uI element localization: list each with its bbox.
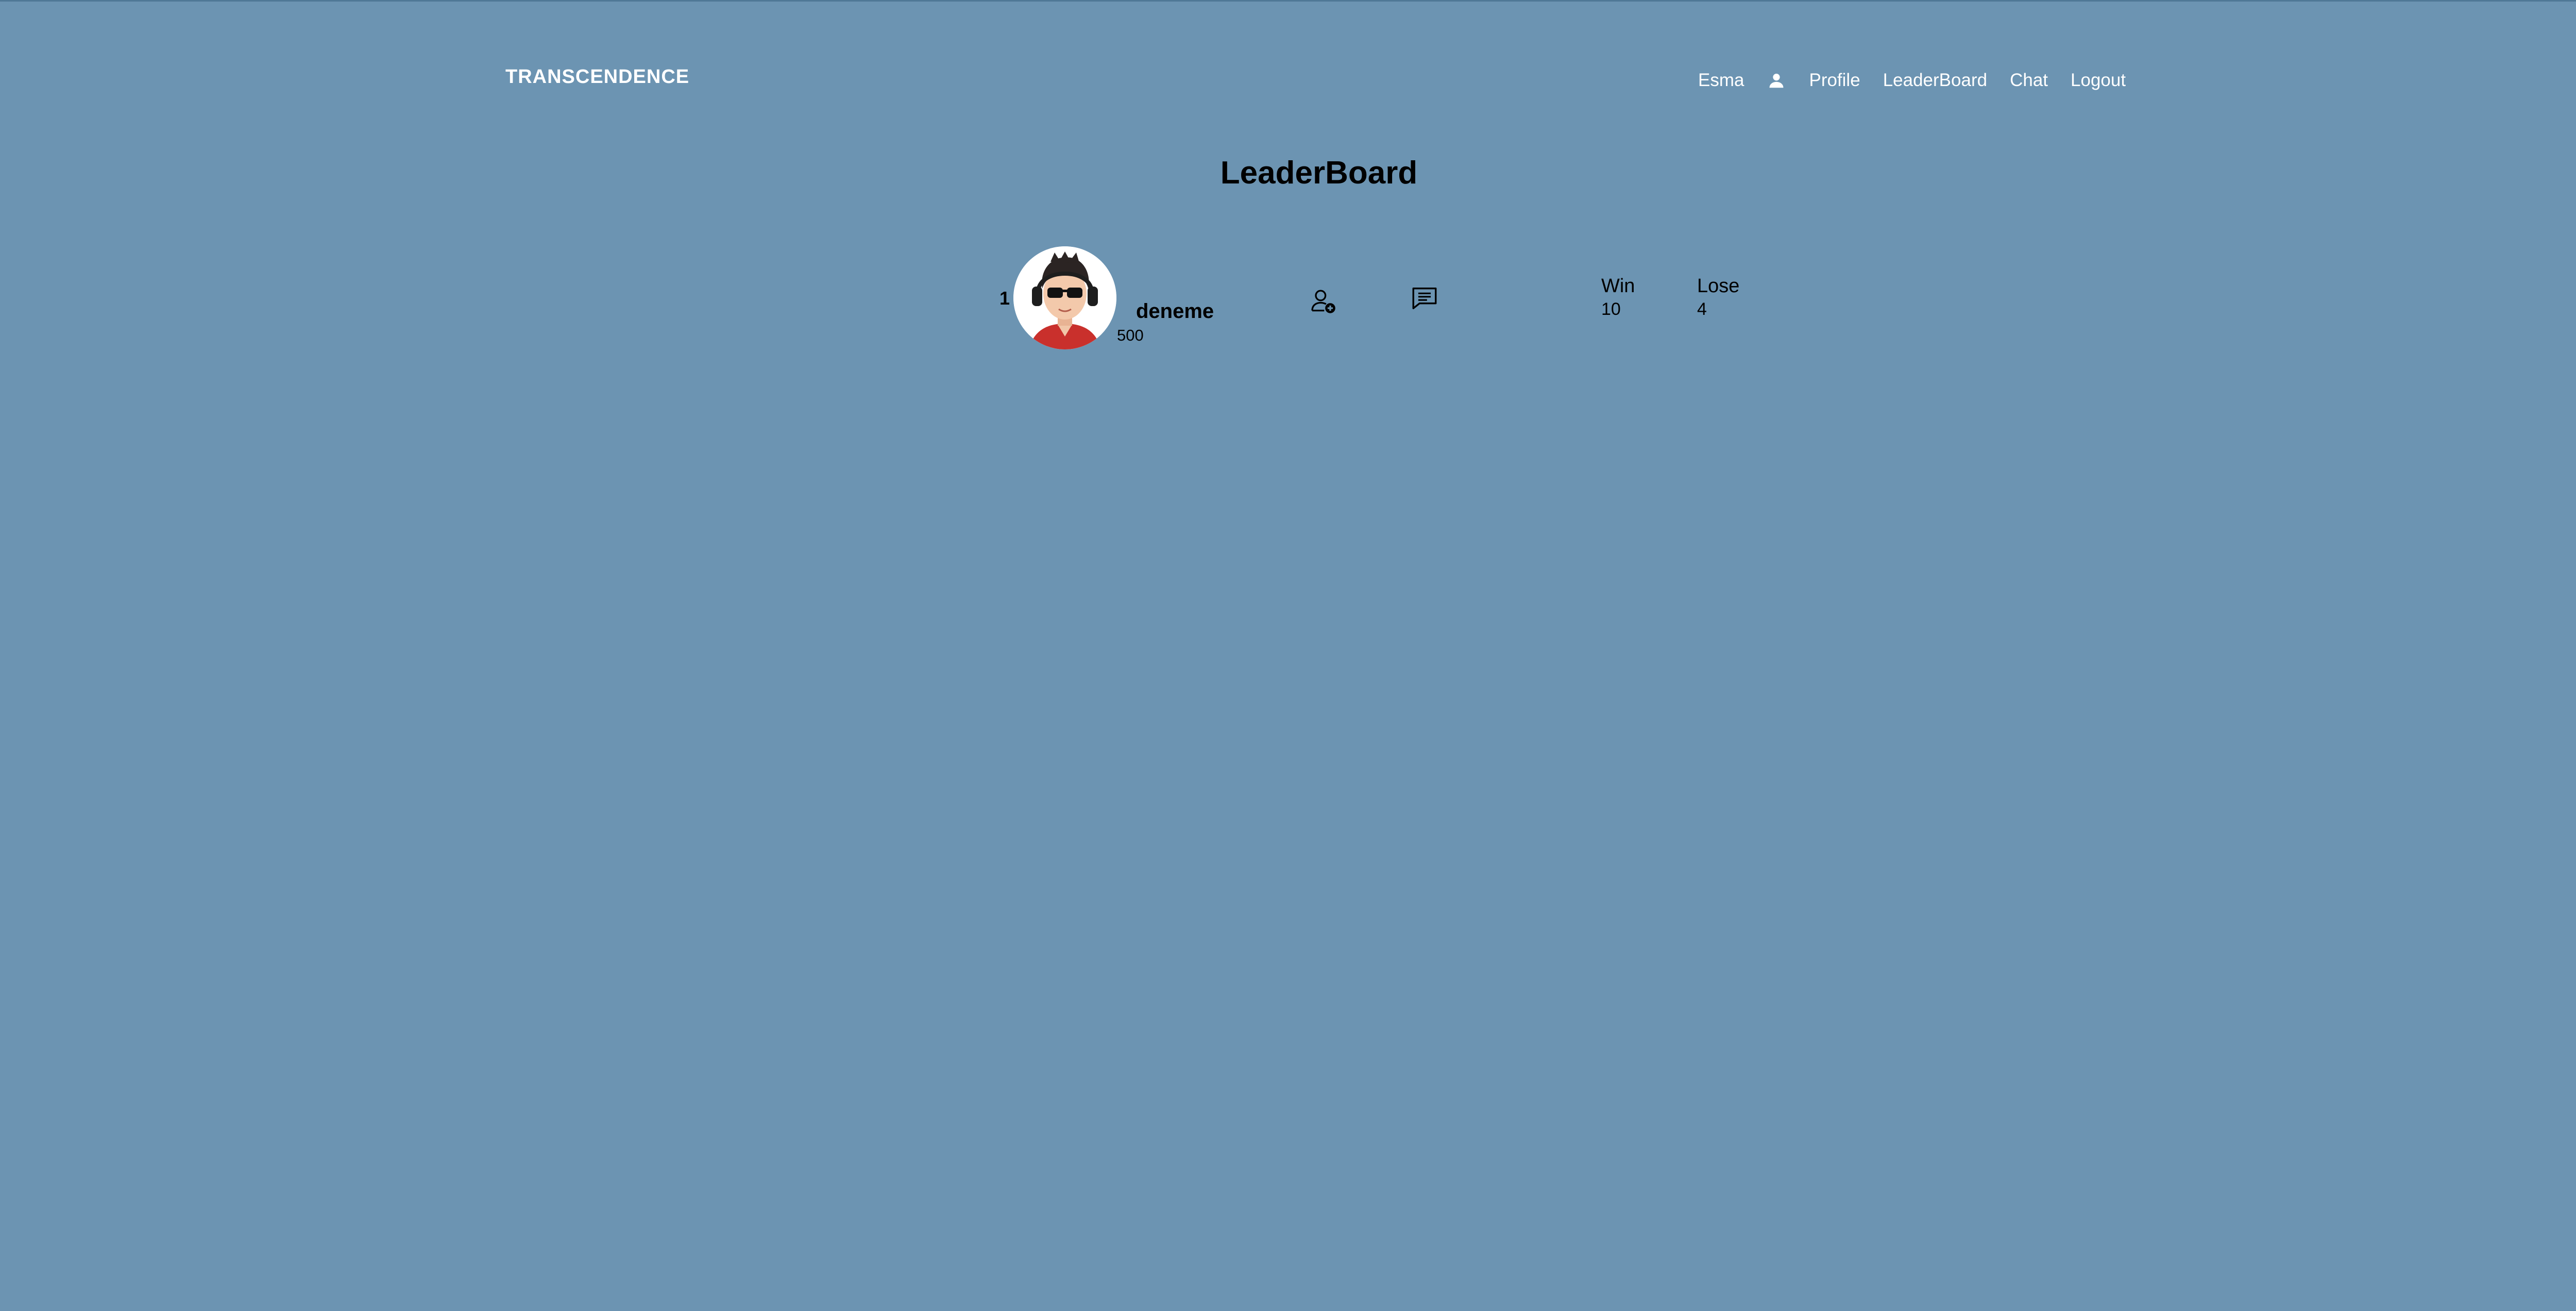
top-border [0,0,2576,2]
top-nav: Esma Profile LeaderBoard Chat Logout [1698,70,2126,91]
user-icon[interactable] [1767,71,1786,90]
leaderboard-row: 1 deneme 500 Win 10 Lose 4 [999,246,1762,355]
win-value: 10 [1601,299,1621,319]
win-label: Win [1601,275,1635,297]
avatar[interactable] [1013,246,1116,349]
add-friend-icon[interactable] [1309,287,1337,315]
lose-value: 4 [1697,299,1707,319]
player-score: 500 [1117,326,1144,344]
chat-bubble-icon[interactable] [1410,283,1439,313]
nav-logout[interactable]: Logout [2071,70,2126,91]
lose-stat: Lose 4 [1697,275,1739,320]
player-username[interactable]: deneme [1136,300,1214,323]
nav-profile[interactable]: Profile [1809,70,1860,91]
page-title: LeaderBoard [1220,155,1418,191]
avatar-cartoon-icon [1013,246,1116,349]
lose-label: Lose [1697,275,1740,297]
nav-leaderboard[interactable]: LeaderBoard [1883,70,1987,91]
nav-username[interactable]: Esma [1698,70,1744,91]
win-stat: Win 10 [1601,275,1635,320]
brand-logo[interactable]: TRANSCENDENCE [505,66,689,88]
nav-chat[interactable]: Chat [2010,70,2048,91]
rank-number: 1 [999,288,1010,309]
